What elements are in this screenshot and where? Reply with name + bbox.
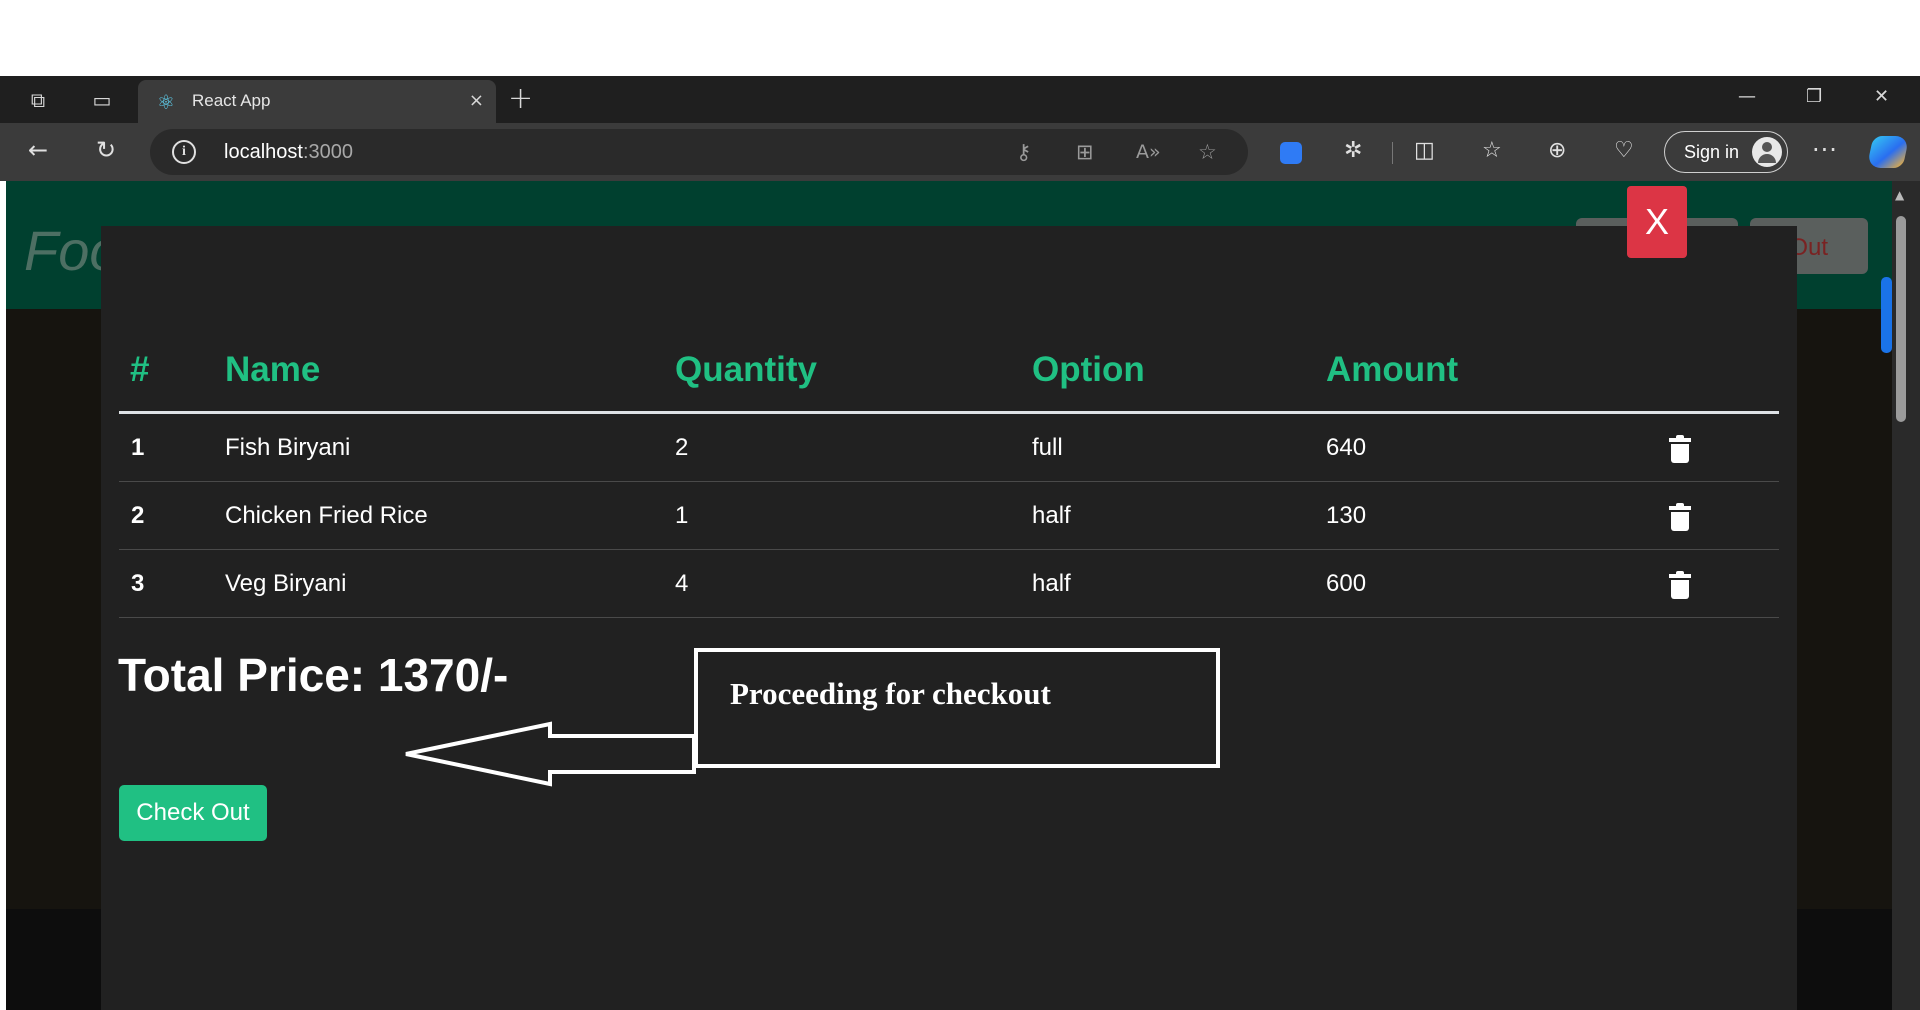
row-index: 3: [131, 570, 145, 597]
table-row: 2 Chicken Fried Rice 1 half 130: [119, 482, 1779, 550]
favorite-star-icon[interactable]: ☆: [1198, 140, 1217, 164]
minimize-button[interactable]: —: [1738, 86, 1756, 107]
extension-icon[interactable]: [1280, 142, 1302, 164]
browser-tab[interactable]: ⚛ React App ×: [138, 80, 496, 123]
total-price: Total Price: 1370/-: [118, 649, 509, 701]
extensions-puzzle-icon[interactable]: ✲: [1344, 138, 1362, 163]
table-row: 1 Fish Biryani 2 full 640: [119, 414, 1779, 482]
row-amount: 640: [1326, 434, 1367, 461]
annotation-text: Proceeding for checkout: [730, 676, 1051, 711]
row-index: 2: [131, 502, 145, 529]
restore-button[interactable]: ❐: [1806, 86, 1822, 107]
row-option: full: [1032, 434, 1063, 461]
row-amount: 130: [1326, 502, 1367, 529]
address-url[interactable]: localhost:3000: [224, 141, 353, 164]
avatar-icon: [1752, 137, 1782, 167]
row-quantity: 1: [675, 502, 689, 529]
row-quantity: 2: [675, 434, 689, 461]
row-name: Veg Biryani: [225, 570, 347, 597]
browser-essentials-icon[interactable]: ♡: [1614, 138, 1634, 163]
row-option: half: [1032, 570, 1071, 597]
new-tab-button[interactable]: +: [508, 84, 533, 114]
checkout-button[interactable]: Check Out: [119, 785, 267, 841]
header-option: Option: [1032, 350, 1145, 389]
scroll-indicator: [1881, 277, 1892, 353]
sign-in-label: Sign in: [1684, 142, 1740, 162]
site-info-icon[interactable]: i: [172, 140, 196, 164]
tab-actions-icon[interactable]: ▭: [88, 86, 116, 114]
row-amount: 600: [1326, 570, 1367, 597]
scroll-up-arrow-icon[interactable]: ▲: [1895, 188, 1904, 202]
trash-icon[interactable]: [1669, 571, 1691, 599]
trash-icon[interactable]: [1669, 503, 1691, 531]
modal-close-button[interactable]: X: [1627, 186, 1687, 258]
row-index: 1: [131, 434, 145, 461]
row-quantity: 4: [675, 570, 689, 597]
window-close-button[interactable]: ✕: [1874, 86, 1889, 107]
more-menu-icon[interactable]: ···: [1812, 136, 1838, 164]
header-index: #: [130, 350, 150, 389]
trash-icon[interactable]: [1669, 435, 1691, 463]
cart-table: # Name Quantity Option Amount 1 Fish Bir…: [119, 340, 1779, 618]
scrollbar-thumb[interactable]: [1896, 216, 1906, 422]
header-quantity: Quantity: [675, 350, 817, 389]
page: ⧉ ▭ ⚛ React App × + — ❐ ✕ ← ↻ i localhos…: [0, 0, 1920, 1010]
table-row: 3 Veg Biryani 4 half 600: [119, 550, 1779, 618]
collections-icon[interactable]: ⊕: [1548, 138, 1566, 163]
reload-button[interactable]: ↻: [96, 136, 116, 164]
tab-close-icon[interactable]: ×: [469, 90, 484, 111]
key-icon[interactable]: ⚷: [1016, 140, 1031, 164]
annotation-arrow-icon: [405, 721, 696, 787]
header-name: Name: [225, 350, 321, 389]
sign-in-button[interactable]: Sign in: [1664, 131, 1788, 173]
address-bar[interactable]: i localhost:3000 ⚷ ⊞ A» ☆: [150, 129, 1248, 175]
read-aloud-icon[interactable]: A»: [1136, 141, 1161, 163]
back-button[interactable]: ←: [28, 136, 48, 164]
workspaces-icon[interactable]: ⧉: [24, 86, 52, 114]
app-install-icon[interactable]: ⊞: [1076, 140, 1094, 164]
header-amount: Amount: [1326, 350, 1459, 389]
split-screen-icon[interactable]: ◫: [1414, 138, 1435, 163]
tab-title: React App: [192, 91, 271, 110]
row-name: Chicken Fried Rice: [225, 502, 428, 529]
row-option: half: [1032, 502, 1071, 529]
toolbar-separator: [1392, 142, 1393, 164]
row-name: Fish Biryani: [225, 434, 351, 461]
table-header: # Name Quantity Option Amount: [119, 340, 1779, 414]
favorites-icon[interactable]: ☆: [1482, 138, 1502, 163]
annotation-box: Proceeding for checkout: [694, 648, 1220, 768]
react-logo-icon: ⚛: [157, 90, 175, 114]
